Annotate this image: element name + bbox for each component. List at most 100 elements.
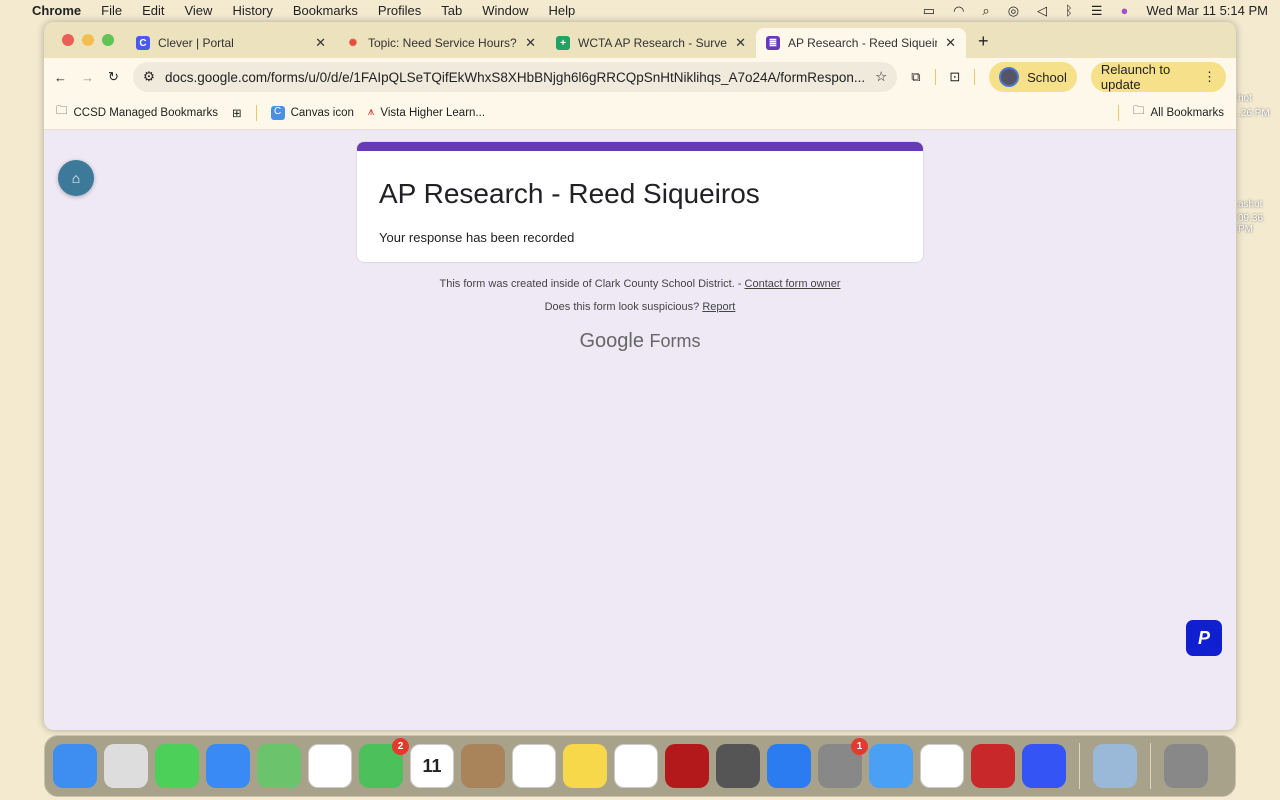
dock-calculator-icon[interactable] xyxy=(716,744,760,788)
dock-photos-icon[interactable] xyxy=(308,744,352,788)
dock-reminders-icon[interactable] xyxy=(512,744,556,788)
back-icon[interactable]: ← xyxy=(54,70,67,85)
menu-view[interactable]: View xyxy=(184,3,212,18)
more-menu-icon[interactable]: ⋮ xyxy=(1203,69,1216,85)
canvas-bookmark-icon: C xyxy=(270,105,285,120)
bluetooth-icon[interactable]: ᛒ xyxy=(1065,3,1073,18)
dock-launchpad-icon[interactable] xyxy=(104,744,148,788)
control-center-icon[interactable]: ☰ xyxy=(1091,3,1103,19)
profile-button[interactable]: School xyxy=(989,62,1077,92)
site-settings-icon[interactable]: ⚙ xyxy=(143,69,155,85)
p-extension-button[interactable]: P xyxy=(1186,620,1222,656)
wifi-icon[interactable]: ◠ xyxy=(953,3,964,19)
minimize-window-button[interactable] xyxy=(82,34,94,46)
bookmark-vista[interactable]: ⩚ Vista Higher Learn... xyxy=(368,106,485,119)
dock-acrobat-icon[interactable] xyxy=(665,744,709,788)
tab-clever[interactable]: C Clever | Portal ✕ xyxy=(126,28,336,58)
all-bookmarks[interactable]: 🗀 All Bookmarks xyxy=(1133,103,1224,122)
dock-system-settings-icon[interactable]: 1 xyxy=(818,738,868,788)
suspicious-line: Does this form look suspicious? Report xyxy=(44,301,1236,313)
menu-profiles[interactable]: Profiles xyxy=(378,3,421,18)
forward-icon[interactable]: → xyxy=(81,70,94,85)
dock-trash-icon[interactable] xyxy=(1164,744,1208,788)
close-tab-icon[interactable]: ✕ xyxy=(315,35,326,51)
dock-pages-icon[interactable] xyxy=(614,744,658,788)
dock-preview-icon[interactable] xyxy=(1093,744,1137,788)
tab-title: Topic: Need Service Hours?! xyxy=(368,36,518,50)
close-tab-icon[interactable]: ✕ xyxy=(735,35,746,51)
menu-edit[interactable]: Edit xyxy=(142,3,164,18)
tab-title: Clever | Portal xyxy=(158,36,234,50)
bookmark-canvas[interactable]: C Canvas icon xyxy=(270,105,354,120)
dock-maps-icon[interactable] xyxy=(257,744,301,788)
school-extension-icon[interactable]: ⌂ xyxy=(58,160,94,196)
tab-canvas-topic[interactable]: ✺ Topic: Need Service Hours?! ✕ xyxy=(336,28,546,58)
apps-grid-icon[interactable]: ⊞ xyxy=(232,106,242,120)
profile-name: School xyxy=(1027,69,1067,85)
window-controls xyxy=(62,34,114,46)
avatar xyxy=(999,67,1020,87)
tab-forms-active[interactable]: ≣ AP Research - Reed Siqueiros ✕ xyxy=(756,28,966,58)
contact-owner-link[interactable]: Contact form owner xyxy=(745,278,841,290)
desktop-label: ashot xyxy=(1238,199,1263,210)
menu-history[interactable]: History xyxy=(232,3,272,18)
new-tab-button[interactable]: + xyxy=(978,31,989,52)
address-bar[interactable]: ⚙ docs.google.com/forms/u/0/d/e/1FAIpQLS… xyxy=(132,62,898,92)
desktop-label: .26 PM xyxy=(1238,108,1270,119)
relaunch-button[interactable]: Relaunch to update ⋮ xyxy=(1090,62,1226,92)
dock-photo-booth-icon[interactable] xyxy=(971,744,1015,788)
close-window-button[interactable] xyxy=(62,34,74,46)
form-card: AP Research - Reed Siqueiros Your respon… xyxy=(356,141,924,263)
report-link[interactable]: Report xyxy=(702,301,735,313)
dock-facetime-icon[interactable]: 2 xyxy=(359,738,409,788)
close-tab-icon[interactable]: ✕ xyxy=(945,35,956,51)
clever-icon: C xyxy=(136,36,150,50)
dock-app-store-icon[interactable] xyxy=(767,744,811,788)
menu-app-name[interactable]: Chrome xyxy=(32,3,81,18)
menu-window[interactable]: Window xyxy=(482,3,528,18)
close-tab-icon[interactable]: ✕ xyxy=(525,35,536,51)
bookmark-label: All Bookmarks xyxy=(1150,106,1225,119)
reload-icon[interactable]: ↻ xyxy=(108,69,119,85)
vista-icon: ⩚ xyxy=(367,106,375,118)
dock-roblox-icon[interactable] xyxy=(1022,744,1066,788)
desktop-label: 09.36 PM xyxy=(1238,213,1264,235)
menu-tab[interactable]: Tab xyxy=(441,3,462,18)
bookmark-managed-folder[interactable]: 🗀 CCSD Managed Bookmarks xyxy=(56,103,218,122)
tab-sheets-survey[interactable]: + WCTA AP Research - Survey ( ✕ xyxy=(546,28,756,58)
dock-calendar-icon[interactable]: 11 xyxy=(410,744,454,788)
dock-contacts-icon[interactable] xyxy=(461,744,505,788)
page-content: ⌂ AP Research - Reed Siqueiros Your resp… xyxy=(44,130,1236,730)
dock-messages-icon[interactable] xyxy=(155,744,199,788)
extensions-icon[interactable]: ⧉ xyxy=(911,69,920,85)
dock-mail-icon[interactable] xyxy=(206,744,250,788)
battery-icon[interactable]: ▭ xyxy=(923,3,935,19)
notification-badge: 2 xyxy=(392,738,409,755)
tab-title: AP Research - Reed Siqueiros xyxy=(788,36,938,50)
zoom-window-button[interactable] xyxy=(102,34,114,46)
menu-file[interactable]: File xyxy=(101,3,122,18)
dock-notes-icon[interactable] xyxy=(563,744,607,788)
bookmark-label: Canvas icon xyxy=(290,106,354,119)
logo-google: Google xyxy=(579,330,644,352)
google-forms-logo[interactable]: Google Forms xyxy=(44,330,1236,353)
mute-icon[interactable]: ◁ xyxy=(1037,3,1047,19)
sheets-icon: + xyxy=(556,36,570,50)
clock[interactable]: Wed Mar 11 5:14 PM xyxy=(1146,3,1268,18)
url-text[interactable]: docs.google.com/forms/u/0/d/e/1FAIpQLSeT… xyxy=(165,70,865,85)
bookmark-star-icon[interactable]: ☆ xyxy=(875,69,887,85)
search-icon[interactable]: ⌕ xyxy=(982,3,989,19)
airdrop-icon[interactable]: ◎ xyxy=(1008,3,1019,19)
menu-bookmarks[interactable]: Bookmarks xyxy=(293,3,358,18)
tab-title: WCTA AP Research - Survey ( xyxy=(578,36,728,50)
footer-text: This form was created inside of Clark Co… xyxy=(439,278,745,290)
folder-icon: 🗀 xyxy=(56,105,68,117)
notification-badge: 1 xyxy=(851,738,868,755)
menu-help[interactable]: Help xyxy=(549,3,576,18)
tab-search-icon[interactable]: ⊡ xyxy=(949,69,960,85)
menu-bar: Chrome File Edit View History Bookmarks … xyxy=(0,0,1280,21)
dock-safari-icon[interactable] xyxy=(869,744,913,788)
dock-chrome-icon[interactable] xyxy=(920,744,964,788)
siri-icon[interactable]: ● xyxy=(1121,3,1129,18)
dock-finder-icon[interactable] xyxy=(53,744,97,788)
